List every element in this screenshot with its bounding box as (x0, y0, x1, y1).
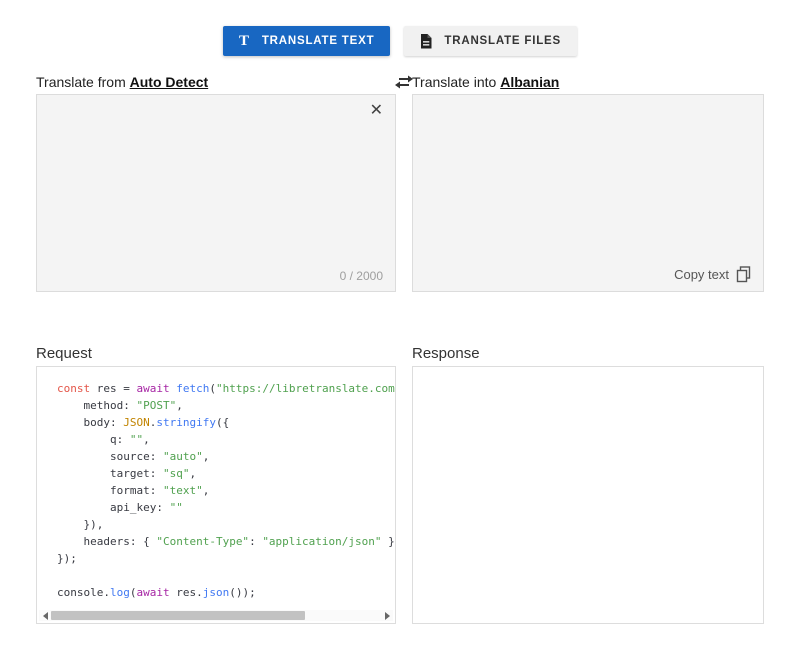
copy-text-label: Copy text (674, 267, 729, 282)
text-icon: T (239, 34, 250, 49)
source-text-panel: ✕ 0 / 2000 (36, 94, 396, 292)
translate-text-tab[interactable]: T TRANSLATE TEXT (223, 26, 390, 56)
scrollbar-thumb[interactable] (51, 611, 305, 620)
copy-icon (736, 266, 751, 283)
response-title: Response (412, 344, 764, 364)
translate-text-tab-label: TRANSLATE TEXT (262, 35, 375, 47)
horizontal-scrollbar (39, 610, 393, 621)
request-title: Request (36, 344, 396, 364)
char-counter: 0 / 2000 (340, 269, 383, 283)
translation-output (413, 95, 763, 265)
panel-gap (396, 344, 412, 366)
target-text-panel: Copy text (412, 94, 764, 292)
translate-files-tab-label: TRANSLATE FILES (444, 35, 561, 47)
source-language-label: Translate from Auto Detect (36, 72, 396, 92)
source-text-input[interactable] (37, 95, 395, 265)
target-label-prefix: Translate into (412, 74, 500, 90)
source-language-selector[interactable]: Auto Detect (130, 74, 209, 90)
request-code-panel: const res = await fetch("https://libretr… (36, 366, 396, 624)
swap-languages-button[interactable] (396, 72, 412, 92)
panel-gap (396, 92, 412, 292)
scroll-left-arrow-icon (43, 612, 48, 620)
target-language-label: Translate into Albanian (412, 72, 764, 92)
scroll-right-arrow-icon (385, 612, 390, 620)
target-language-selector[interactable]: Albanian (500, 74, 559, 90)
scroll-right-button[interactable] (381, 610, 393, 621)
response-content (413, 367, 763, 537)
close-icon: ✕ (370, 102, 383, 119)
scrollbar-track[interactable] (51, 611, 381, 620)
copy-text-button[interactable]: Copy text (674, 266, 751, 283)
file-icon (420, 34, 432, 49)
translate-area: Translate from Auto Detect Translate int… (36, 72, 764, 292)
translate-files-tab[interactable]: TRANSLATE FILES (404, 26, 577, 56)
api-area: Request Response const res = await fetch… (36, 344, 764, 624)
libretranslate-page: T TRANSLATE TEXT TRANSLATE FILES Transla… (0, 0, 800, 660)
clear-source-button[interactable]: ✕ (370, 103, 383, 119)
request-code: const res = await fetch("https://libretr… (37, 367, 395, 601)
panel-gap (396, 366, 412, 624)
response-panel (412, 366, 764, 624)
swap-horizontal-icon (394, 75, 414, 89)
scroll-left-button[interactable] (39, 610, 51, 621)
source-label-prefix: Translate from (36, 74, 130, 90)
mode-tabs: T TRANSLATE TEXT TRANSLATE FILES (0, 0, 800, 56)
